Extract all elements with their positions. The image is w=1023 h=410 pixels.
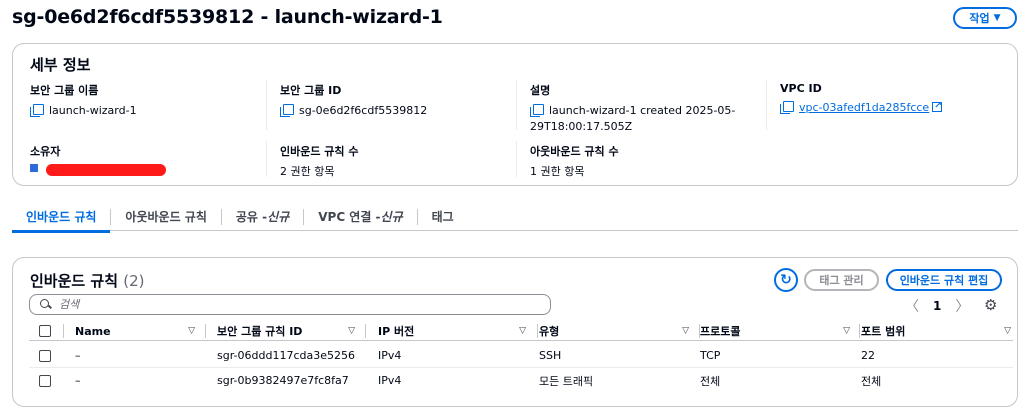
owner-redacted-value	[46, 164, 166, 176]
tab-sharing[interactable]: 공유 - 신규	[222, 203, 303, 231]
column-header-name[interactable]: Name ▽	[75, 321, 195, 341]
caret-down-icon: ▼	[993, 13, 1001, 23]
sg-name-value: launch-wizard-1	[49, 104, 137, 117]
cell-name: –	[75, 349, 81, 362]
details-title: 세부 정보	[30, 56, 91, 74]
manage-tags-button: 태그 관리	[804, 269, 879, 291]
actions-button[interactable]: 작업 ▼	[953, 7, 1017, 29]
cell-protocol: TCP	[700, 349, 721, 362]
vpc-id-link[interactable]: vpc-03afedf1da285fcce	[799, 101, 929, 114]
search-input[interactable]	[59, 298, 539, 311]
description-label: 설명	[530, 84, 551, 97]
row-checkbox[interactable]	[39, 349, 51, 362]
sg-name-field: 보안 그룹 이름 launch-wizard-1	[30, 82, 137, 119]
inbound-count-value: 2 권한 항목	[280, 165, 335, 178]
tab-bar: 인바운드 규칙 아웃바운드 규칙 공유 - 신규 VPC 연결 - 신규 태그	[12, 203, 1018, 233]
cell-port-range: 22	[861, 349, 875, 362]
page-title: sg-0e6d2f6cdf5539812 - launch-wizard-1	[12, 6, 443, 28]
cell-rule-id: sgr-0b9382497e7fc8fa7	[217, 374, 349, 387]
refresh-button[interactable]: ↻	[774, 268, 798, 292]
copy-icon[interactable]	[30, 104, 44, 117]
refresh-icon: ↻	[780, 272, 792, 288]
search-box[interactable]	[29, 294, 551, 315]
cell-port-range: 전체	[861, 374, 882, 388]
description-value-line2: 29T18:00:17.505Z	[530, 120, 633, 133]
sg-id-label: 보안 그룹 ID	[280, 84, 342, 97]
copy-icon[interactable]	[780, 101, 794, 114]
tab-vpc-associations[interactable]: VPC 연결 - 신규	[304, 203, 416, 231]
current-page[interactable]: 1	[933, 299, 941, 313]
owner-label: 소유자	[30, 145, 61, 158]
table-row: – sgr-0b9382497e7fc8fa7 IPv4 모든 트래픽 전체 전…	[29, 368, 1013, 393]
tab-tags[interactable]: 태그	[418, 203, 468, 231]
owner-field: 소유자	[30, 143, 166, 176]
cell-protocol: 전체	[700, 374, 721, 388]
table-header: Name ▽ 보안 그룹 규칙 ID ▽ IP 버전 ▽ 유형 ▽ 프로토콜 ▽ 포트 범…	[29, 321, 1013, 341]
copy-icon[interactable]	[530, 104, 544, 117]
sg-id-value: sg-0e6d2f6cdf5539812	[299, 104, 428, 117]
vpc-id-field: VPC ID vpc-03afedf1da285fcce	[780, 82, 943, 116]
column-header-rule-id[interactable]: 보안 그룹 규칙 ID ▽	[217, 321, 355, 341]
external-link-icon	[932, 98, 943, 114]
cell-name: –	[75, 374, 81, 387]
owner-icon	[30, 164, 38, 172]
search-icon	[40, 299, 51, 310]
sort-icon: ▽	[682, 326, 689, 336]
inbound-rules-title: 인바운드 규칙 (2)	[30, 272, 145, 290]
outbound-count-label: 아웃바운드 규칙 수	[530, 145, 619, 158]
inbound-count-field: 인바운드 규칙 수 2 권한 항목	[280, 143, 359, 180]
column-header-port-range[interactable]: 포트 범위 ▽	[861, 321, 1011, 341]
sort-icon: ▽	[843, 326, 850, 336]
previous-page-icon[interactable]: 〈	[905, 296, 919, 316]
inbound-count-label: 인바운드 규칙 수	[280, 145, 359, 158]
column-header-type[interactable]: 유형 ▽	[539, 321, 689, 341]
inbound-rules-panel: 인바운드 규칙 (2) ↻ 태그 관리 인바운드 규칙 편집 〈 1 〉 ⚙ N…	[12, 257, 1018, 407]
tab-outbound-rules[interactable]: 아웃바운드 규칙	[111, 203, 220, 231]
sort-icon: ▽	[519, 326, 526, 336]
column-header-ip-version[interactable]: IP 버전 ▽	[378, 321, 526, 341]
row-checkbox[interactable]	[39, 374, 51, 387]
details-card: 세부 정보 보안 그룹 이름 launch-wizard-1 보안 그룹 ID …	[12, 43, 1018, 186]
outbound-count-field: 아웃바운드 규칙 수 1 권한 항목	[530, 143, 619, 180]
gear-icon[interactable]: ⚙	[984, 296, 997, 314]
sort-icon: ▽	[188, 326, 195, 336]
pagination: 〈 1 〉	[905, 296, 969, 316]
column-header-protocol[interactable]: 프로토콜 ▽	[700, 321, 850, 341]
sg-name-label: 보안 그룹 이름	[30, 84, 99, 97]
cell-type: 모든 트래픽	[539, 374, 594, 388]
actions-button-label: 작업	[969, 12, 990, 25]
select-all-checkbox[interactable]	[39, 325, 51, 337]
cell-ip-version: IPv4	[378, 374, 402, 387]
table-row: – sgr-06ddd117cda3e5256 IPv4 SSH TCP 22	[29, 343, 1013, 368]
next-page-icon[interactable]: 〉	[955, 296, 969, 316]
cell-ip-version: IPv4	[378, 349, 402, 362]
edit-inbound-rules-button[interactable]: 인바운드 규칙 편집	[886, 269, 1002, 291]
description-value-line1: launch-wizard-1 created 2025-05-	[549, 104, 736, 117]
sg-id-field: 보안 그룹 ID sg-0e6d2f6cdf5539812	[280, 82, 427, 119]
cell-type: SSH	[539, 349, 562, 362]
rules-count: (2)	[123, 272, 145, 290]
tab-inbound-rules[interactable]: 인바운드 규칙	[12, 203, 111, 233]
vpc-id-label: VPC ID	[780, 82, 822, 95]
copy-icon[interactable]	[280, 104, 294, 117]
description-field: 설명 launch-wizard-1 created 2025-05- 29T1…	[530, 82, 735, 135]
cell-rule-id: sgr-06ddd117cda3e5256	[217, 349, 355, 362]
sort-icon: ▽	[348, 326, 355, 336]
sort-icon: ▽	[1004, 326, 1011, 336]
outbound-count-value: 1 권한 항목	[530, 165, 585, 178]
